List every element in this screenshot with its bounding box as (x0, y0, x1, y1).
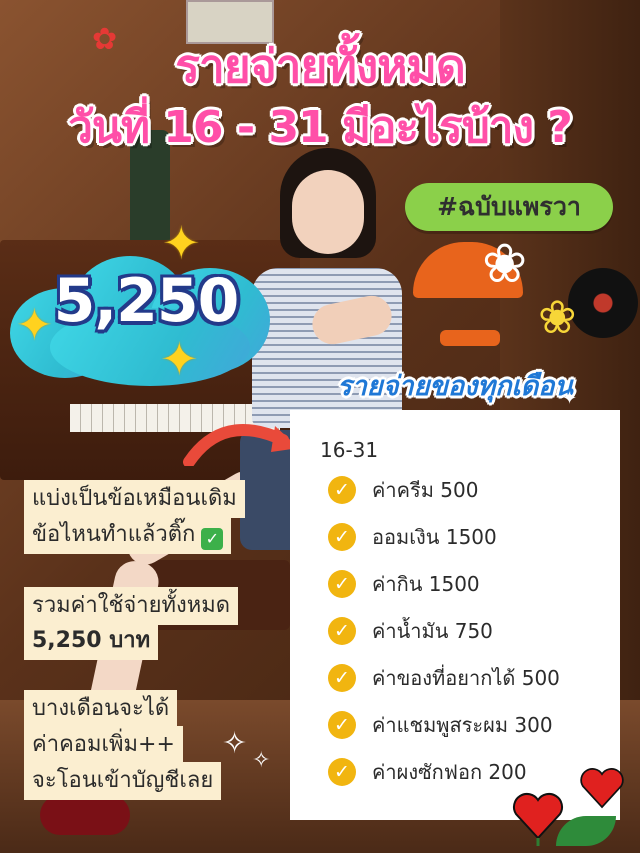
check-circle-icon: ✓ (328, 711, 356, 739)
list-item-label: ค่าของที่อยากได้ 500 (372, 666, 560, 690)
check-circle-icon: ✓ (328, 476, 356, 504)
list-item-label: ค่าแชมพูสระผม 300 (372, 713, 553, 737)
list-item-label: ค่าน้ำมัน 750 (372, 619, 493, 643)
title-line-2: วันที่ 16 - 31 มีอะไรบ้าง ? (68, 102, 573, 153)
list-item-label: ค่าผงซักฟอก 200 (372, 760, 527, 784)
note-total-line-1: รวมค่าใช้จ่ายทั้งหมด (24, 587, 239, 625)
check-circle-icon: ✓ (328, 570, 356, 598)
list-item: ✓ ค่าแชมพูสระผม 300 (328, 707, 553, 743)
note-bonus-line-3: จะโอนเข้าบัญชีเลย (24, 762, 222, 800)
poster: ✿ รายจ่ายทั้งหมด วันที่ 16 - 31 มีอะไรบ้… (0, 0, 640, 853)
sparkle-star-icon: ✦ (160, 332, 199, 386)
hashtag-badge: #ฉบับแพรวา (405, 183, 613, 231)
check-circle-icon: ✓ (328, 758, 356, 786)
list-item-label: ค่าครีม 500 (372, 478, 479, 502)
sparkle-star-icon: ✦ (162, 216, 201, 270)
list-item: ✓ ค่าครีม 500 (328, 472, 478, 508)
note-total-line-2: 5,250 บาท (24, 622, 159, 660)
total-amount: 5,250 (53, 266, 240, 336)
heart-icon (580, 768, 624, 809)
person-shoe (40, 795, 130, 835)
check-circle-icon: ✓ (328, 617, 356, 645)
green-checkbox-icon: ✓ (201, 528, 224, 550)
note-split-line-1: แบ่งเป็นข้อเหมือนเดิม (24, 480, 245, 518)
list-item: ✓ ค่าน้ำมัน 750 (328, 613, 493, 649)
curved-arrow-icon (183, 423, 302, 466)
list-item-label: ค่ากิน 1500 (372, 572, 480, 596)
list-item: ✓ ค่าของที่อยากได้ 500 (328, 660, 560, 696)
check-circle-icon: ✓ (328, 523, 356, 551)
flower-doodle-icon: ❀ (482, 232, 528, 295)
vinyl-record-icon (568, 268, 638, 338)
date-range: 16-31 (320, 438, 379, 462)
sparkle-star-icon: ✧ (222, 726, 248, 761)
sparkle-star-icon: ✦ (16, 300, 53, 351)
note-bonus-line-2: ค่าคอมเพิ่ม++ (24, 726, 183, 764)
list-item: ✓ ออมเงิน 1500 (328, 519, 497, 555)
check-circle-icon: ✓ (328, 664, 356, 692)
note-split-line-2: ข้อไหนทำแล้วติ๊ก ✓ (24, 516, 232, 554)
sparkle-star-icon: ✧ (252, 748, 271, 773)
note-bonus-line-1: บางเดือนจะได้ (24, 690, 178, 728)
list-item-label: ออมเงิน 1500 (372, 525, 497, 549)
list-item: ✓ ค่ากิน 1500 (328, 566, 480, 602)
expense-list-card: 16-31 ✓ ค่าครีม 500 ✓ ออมเงิน 1500 ✓ ค่า… (290, 410, 620, 820)
note-split-line-2-text: ข้อไหนทำแล้วติ๊ก (32, 522, 196, 547)
list-item: ✓ ค่าผงซักฟอก 200 (328, 754, 527, 790)
person-face (292, 170, 364, 254)
sparkle-star-icon: ✦ (562, 388, 578, 409)
lamp-base (440, 330, 500, 346)
flower-doodle-icon: ❀ (538, 290, 577, 344)
